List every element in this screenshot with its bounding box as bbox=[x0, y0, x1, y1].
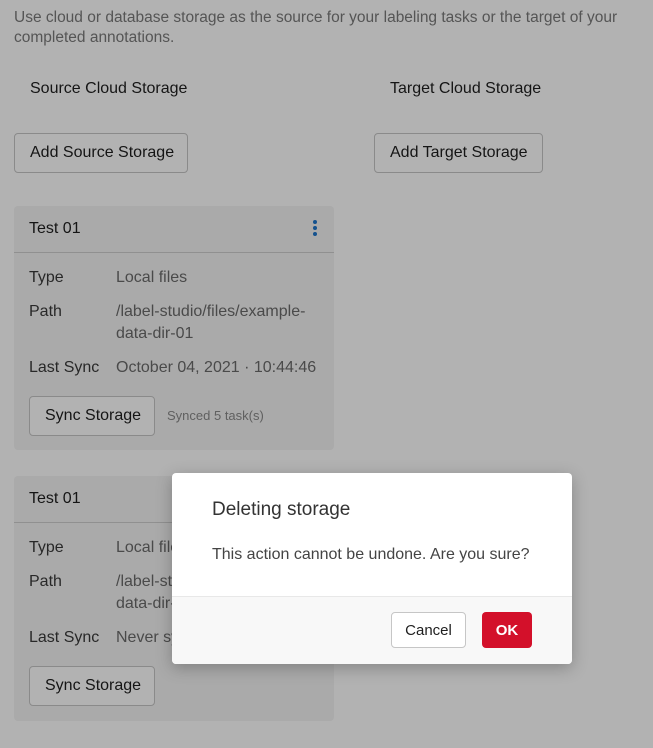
dialog-footer: Cancel OK bbox=[172, 596, 572, 664]
cancel-button[interactable]: Cancel bbox=[391, 612, 466, 648]
delete-storage-dialog: Deleting storage This action cannot be u… bbox=[172, 473, 572, 664]
dialog-title: Deleting storage bbox=[212, 499, 351, 520]
ok-button[interactable]: OK bbox=[482, 612, 532, 648]
storage-settings-page: Use cloud or database storage as the sou… bbox=[0, 0, 653, 748]
dialog-message: This action cannot be undone. Are you su… bbox=[212, 546, 530, 563]
